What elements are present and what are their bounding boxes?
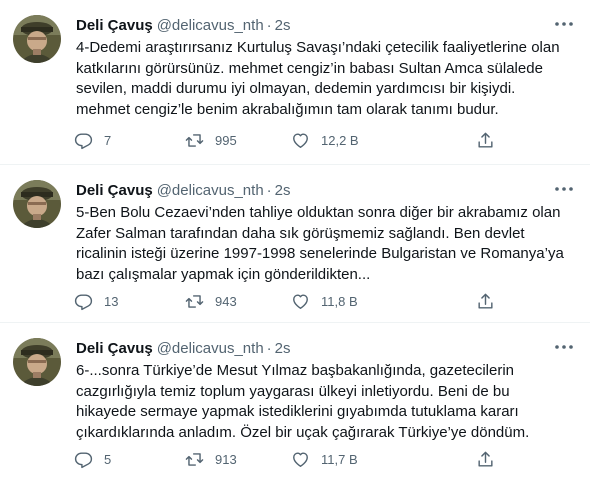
retweet-button[interactable]: 943 (185, 289, 237, 313)
separator-dot: · (266, 340, 272, 357)
share-button[interactable] (476, 128, 495, 152)
retweet-icon (185, 450, 204, 469)
tweet-header: Deli Çavuş @delicavus_nth · 2s (76, 181, 291, 201)
retweet-count: 995 (215, 132, 237, 148)
like-button[interactable]: 12,2 B (291, 128, 359, 152)
author-name[interactable]: Deli Çavuş (76, 17, 153, 34)
reply-button[interactable]: 13 (74, 289, 118, 313)
more-horizontal-icon[interactable] (552, 177, 576, 201)
timestamp[interactable]: 2s (275, 340, 291, 357)
tweet-text: 5-Ben Bolu Cezaevi’nden tahliye olduktan… (76, 204, 564, 283)
reply-count: 7 (104, 132, 112, 148)
like-button[interactable]: 11,8 B (291, 289, 358, 313)
timestamp[interactable]: 2s (275, 182, 291, 199)
separator-dot: · (266, 182, 272, 199)
share-icon (476, 131, 495, 150)
reply-count: 13 (104, 293, 119, 309)
tweet-actions: 7 995 12,2 B (72, 128, 502, 152)
author-handle[interactable]: @delicavus_nth (157, 340, 264, 357)
share-icon (476, 292, 495, 311)
heart-icon (291, 131, 310, 150)
share-icon (476, 450, 495, 469)
retweet-icon (185, 131, 204, 150)
reply-count: 5 (104, 451, 112, 467)
author-handle[interactable]: @delicavus_nth (157, 182, 264, 199)
more-horizontal-icon[interactable] (552, 335, 576, 359)
tweet-header: Deli Çavuş @delicavus_nth · 2s (76, 16, 291, 36)
retweet-button[interactable]: 913 (185, 447, 237, 471)
retweet-count: 943 (215, 293, 237, 309)
heart-icon (291, 292, 310, 311)
reply-icon (74, 292, 93, 311)
avatar[interactable] (13, 180, 61, 228)
heart-icon (291, 450, 310, 469)
tweet-actions: 5 913 11,7 B (72, 447, 502, 471)
author-handle[interactable]: @delicavus_nth (157, 17, 264, 34)
tweet[interactable]: Deli Çavuş @delicavus_nth · 2s 6-...sonra T… (0, 323, 590, 480)
more-horizontal-icon[interactable] (552, 12, 576, 36)
like-button[interactable]: 11,7 B (291, 447, 358, 471)
avatar[interactable] (13, 15, 61, 63)
tweet-text: 6-...sonra Türkiye’de Mesut Yılmaz başba… (76, 362, 530, 441)
author-name[interactable]: Deli Çavuş (76, 340, 153, 357)
like-count: 11,7 B (321, 451, 358, 467)
reply-button[interactable]: 7 (74, 128, 111, 152)
timestamp[interactable]: 2s (275, 17, 291, 34)
like-count: 11,8 B (321, 293, 358, 309)
tweet-text: 4-Dedemi araştırırsanız Kurtuluş Savaşı’… (76, 39, 560, 118)
author-name[interactable]: Deli Çavuş (76, 182, 153, 199)
like-count: 12,2 B (321, 132, 359, 148)
tweet-actions: 13 943 11,8 B (72, 289, 502, 313)
reply-icon (74, 131, 93, 150)
reply-icon (74, 450, 93, 469)
share-button[interactable] (476, 447, 495, 471)
retweet-count: 913 (215, 451, 237, 467)
tweet[interactable]: Deli Çavuş @delicavus_nth · 2s 5-Ben Bolu C… (0, 165, 590, 323)
retweet-button[interactable]: 995 (185, 128, 237, 152)
avatar[interactable] (13, 338, 61, 386)
retweet-icon (185, 292, 204, 311)
share-button[interactable] (476, 289, 495, 313)
reply-button[interactable]: 5 (74, 447, 111, 471)
separator-dot: · (266, 17, 272, 34)
tweet-header: Deli Çavuş @delicavus_nth · 2s (76, 339, 291, 359)
tweet[interactable]: Deli Çavuş @delicavus_nth · 2s 4-Dedemi ara… (0, 0, 590, 165)
